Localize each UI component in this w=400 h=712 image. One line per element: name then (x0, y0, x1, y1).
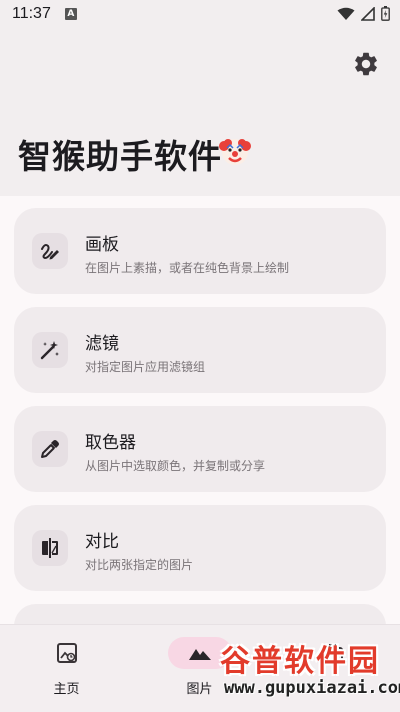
signal-icon (361, 6, 375, 21)
compare-icon (42, 538, 58, 558)
card-title: 取色器 (85, 433, 136, 453)
card-description: 在图片上素描，或者在纯色背景上绘制 (85, 261, 290, 275)
tool-list: 画板 在图片上素描，或者在纯色背景上绘制 滤镜 对指定图片应用滤镜组 取色器 从… (0, 196, 400, 626)
card-draw[interactable]: 画板 在图片上素描，或者在纯色背景上绘制 (14, 208, 386, 294)
card-title: 滤镜 (85, 334, 119, 354)
card-icon-box (32, 233, 68, 269)
magic-wand-icon (40, 341, 59, 360)
settings-button[interactable] (350, 48, 382, 80)
wifi-icon (337, 7, 355, 20)
nav-label: 主页 (53, 682, 80, 697)
home-image-icon (56, 643, 77, 663)
eyedropper-icon (41, 440, 59, 458)
draw-icon (41, 244, 59, 260)
card-description: 从图片中选取颜色，并复制或分享 (85, 459, 266, 473)
watermark: 谷普软件园 www.gupuxiazai.com (220, 636, 400, 708)
card-title: 画板 (85, 235, 119, 255)
nav-item-home[interactable]: 主页 (0, 625, 133, 712)
card-color-picker[interactable]: 取色器 从图片中选取颜色，并复制或分享 (14, 406, 386, 492)
card-description: 对指定图片应用滤镜组 (85, 360, 206, 374)
status-icons (337, 6, 390, 21)
battery-icon (381, 6, 390, 21)
card-icon-box (32, 431, 68, 467)
card-description: 对比两张指定的图片 (85, 558, 194, 572)
card-title: 对比 (85, 532, 119, 552)
status-a-badge: A (64, 8, 77, 20)
app-header: 11:37 A 智猴助手软件 (0, 0, 400, 196)
card-compare[interactable]: 对比 对比两张指定的图片 (14, 505, 386, 591)
watermark-main: 谷普软件园 (220, 644, 380, 679)
mountain-icon (188, 649, 211, 660)
card-filter[interactable]: 滤镜 对指定图片应用滤镜组 (14, 307, 386, 393)
gear-icon (355, 52, 377, 76)
page-title: 智猴助手软件 (18, 137, 222, 176)
clown-face-icon (219, 139, 251, 165)
status-bar: 11:37 A (0, 0, 400, 28)
card-partial[interactable] (14, 604, 386, 626)
watermark-url: www.gupuxiazai.com (224, 678, 400, 698)
card-icon-box (32, 332, 68, 368)
card-icon-box (32, 530, 68, 566)
status-time: 11:37 (12, 5, 51, 22)
nav-icon-wrap (35, 637, 99, 669)
